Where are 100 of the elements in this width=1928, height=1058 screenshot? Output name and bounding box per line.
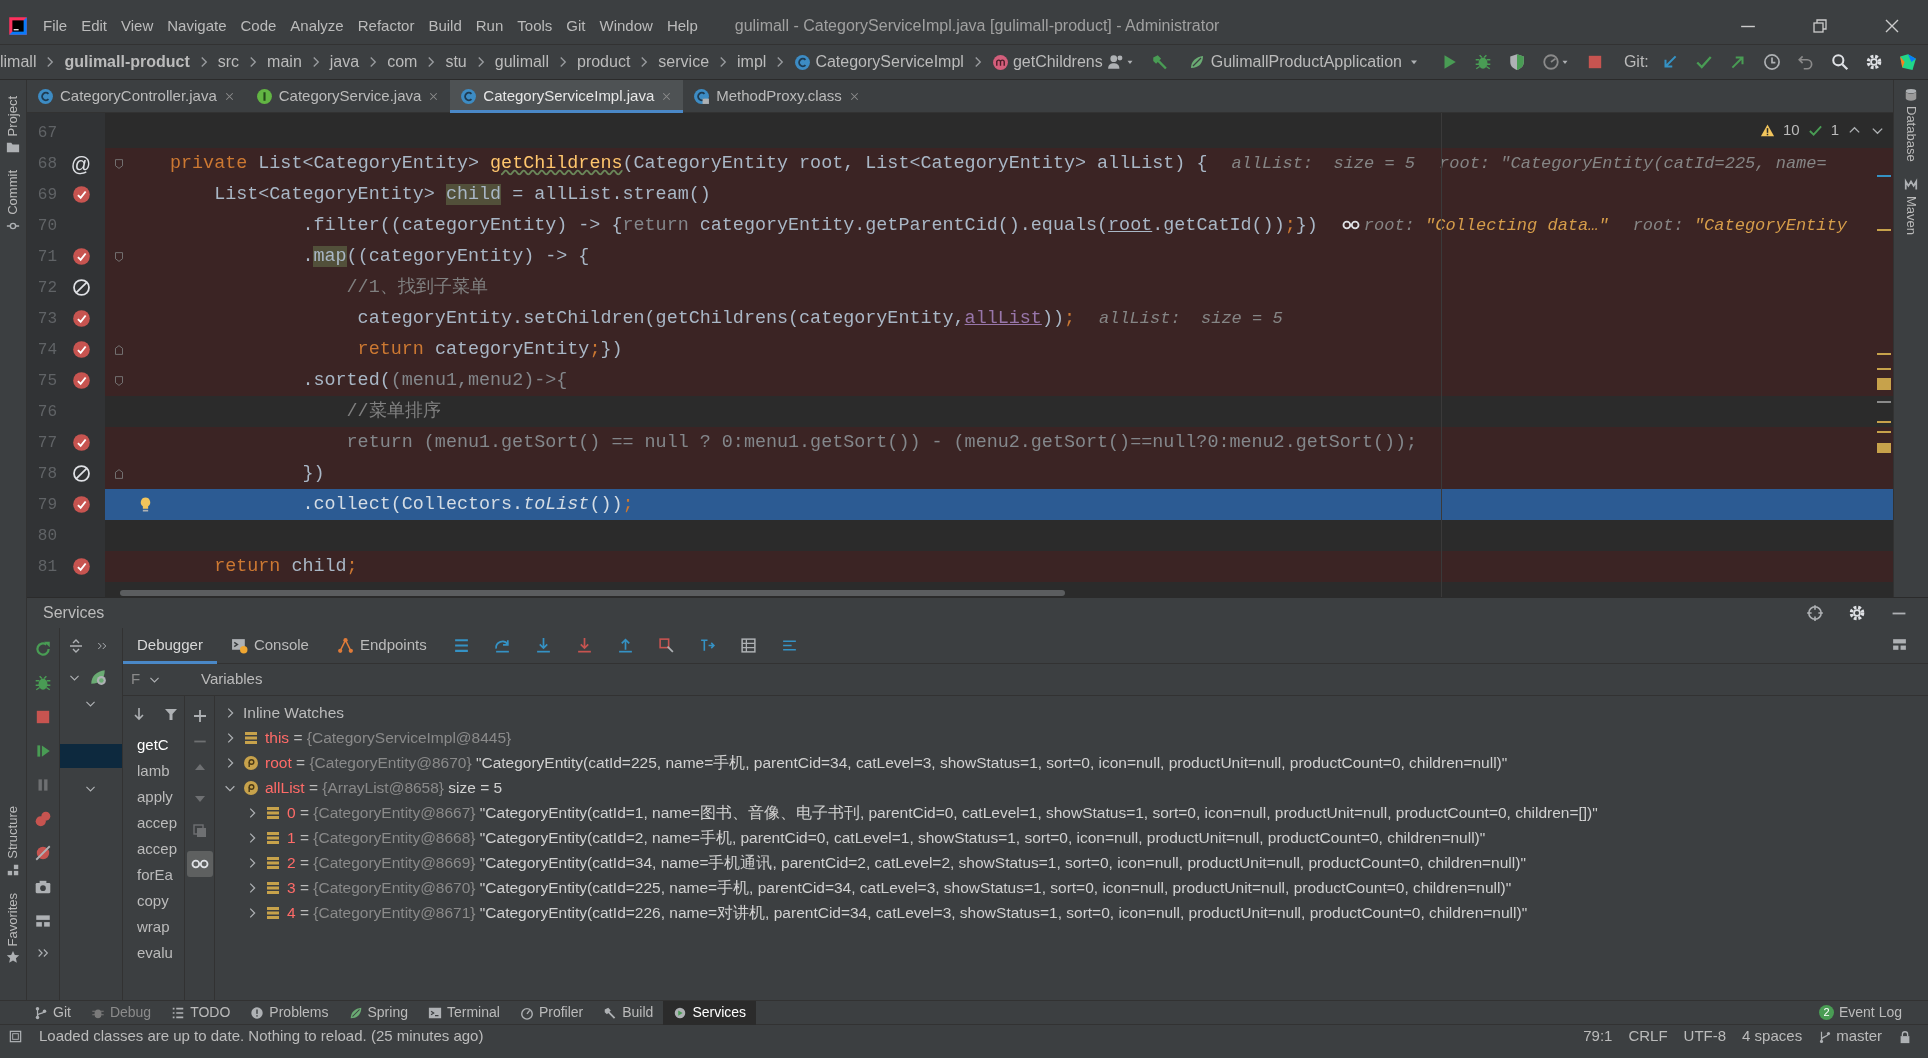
stack-frame[interactable]: apply <box>123 784 184 810</box>
tool-window-tab[interactable]: Build <box>593 1000 664 1025</box>
horizontal-scrollbar[interactable] <box>120 590 1065 596</box>
tool-window-button[interactable]: Commit <box>5 162 21 242</box>
fold-marker-icon[interactable] <box>112 249 126 264</box>
tool-window-button[interactable]: Structure <box>5 797 21 885</box>
code-editor[interactable] <box>105 113 1893 597</box>
warning-count[interactable]: 10 <box>1782 119 1800 142</box>
menu-item[interactable]: Run <box>468 13 511 39</box>
show-watches-button[interactable] <box>186 851 213 877</box>
breadcrumb[interactable]: impl <box>737 53 767 71</box>
menu-item[interactable]: Tools <box>510 13 560 39</box>
menu-item[interactable]: Code <box>233 13 284 39</box>
breakpoint-icon[interactable] <box>71 433 91 452</box>
file-encoding[interactable]: UTF-8 <box>1683 1028 1727 1045</box>
menu-item[interactable]: Window <box>592 13 660 39</box>
breadcrumb[interactable]: service <box>658 53 710 71</box>
gutter-symbol[interactable]: @ <box>70 153 92 174</box>
editor-tab[interactable]: CategoryController.java <box>27 80 246 113</box>
menu-item[interactable]: File <box>36 13 75 39</box>
indent-setting[interactable]: 4 spaces <box>1742 1028 1803 1045</box>
stack-frame[interactable]: accep <box>123 836 184 862</box>
menu-item[interactable]: View <box>114 13 161 39</box>
menu-item[interactable]: Build <box>421 13 469 39</box>
variable-entry[interactable]: this = {CategoryServiceImpl@8445} <box>265 725 512 750</box>
breadcrumb[interactable]: CategoryServiceImpl <box>794 53 964 71</box>
variable-entry[interactable]: 1 = {CategoryEntity@8668} "CategoryEntity(catId=2, name=手机, parentCid=0, catLevel=1, showStatus=1, sort=0, icon=null, productUnit=null, productCount=0, children=null)" <box>287 825 1486 850</box>
breakpoint-icon[interactable] <box>71 247 91 266</box>
breakpoint-icon[interactable] <box>71 371 91 390</box>
tool-window-tab[interactable]: Git <box>24 1000 81 1025</box>
warning-icon <box>1759 122 1775 138</box>
info-icon <box>250 1005 265 1020</box>
breadcrumb[interactable]: gulimall-product <box>64 53 190 71</box>
variable-entry[interactable]: 4 = {CategoryEntity@8671} "CategoryEntity(catId=226, name=对讲机, parentCid=34, catLevel=3, showStatus=1, sort=0, icon=null, productUnit=null, productCount=0, children=null)" <box>287 900 1528 925</box>
fold-marker-icon[interactable] <box>112 466 126 481</box>
menu-item[interactable]: Refactor <box>350 13 422 39</box>
git-branch[interactable]: master <box>1818 1028 1882 1045</box>
menu-item[interactable]: Analyze <box>283 13 351 39</box>
tool-window-tab[interactable]: Problems <box>240 1000 339 1025</box>
tool-window-tab[interactable]: Terminal <box>417 1000 510 1025</box>
tool-window-tab[interactable]: Spring <box>338 1000 418 1025</box>
variable-entry[interactable]: root = {CategoryEntity@8670} "CategoryEntity(catId=225, name=手机, parentCid=34, catLevel=3, showStatus=1, sort=0, icon=null, productUnit=null, productCount=0, children=null)" <box>265 750 1508 775</box>
lock-icon[interactable] <box>1898 1029 1912 1044</box>
branch-icon <box>34 1005 48 1020</box>
ok-count[interactable]: 1 <box>1830 119 1839 142</box>
editor-tab[interactable]: CategoryService.java <box>245 80 451 113</box>
editor-tab[interactable]: MethodProxy.class <box>683 80 871 113</box>
breadcrumb[interactable]: com <box>387 53 418 71</box>
stack-frame[interactable]: forEa <box>123 862 184 888</box>
breakpoint-icon[interactable] <box>71 340 91 359</box>
breadcrumb[interactable]: product <box>577 53 631 71</box>
breadcrumb[interactable]: java <box>329 53 360 71</box>
variable-entry[interactable]: allList = {ArrayList@8658} size = 5 <box>265 775 503 800</box>
fold-marker-icon[interactable] <box>112 373 126 388</box>
event-log-button[interactable]: 2 Event Log <box>1808 1000 1912 1025</box>
panel-tab[interactable]: Endpoints <box>322 627 441 664</box>
tool-window-button[interactable]: Project <box>5 88 21 163</box>
stack-frame[interactable]: getC <box>123 732 184 758</box>
filter-icon <box>163 706 179 722</box>
editor-tab[interactable]: CategoryServiceImpl.java <box>450 80 684 113</box>
menu-item[interactable]: Navigate <box>160 13 234 39</box>
caret-position[interactable]: 79:1 <box>1583 1028 1613 1045</box>
stack-frame[interactable]: copy <box>123 888 184 914</box>
breadcrumb[interactable]: stu <box>445 53 467 71</box>
menu-item[interactable]: Git <box>559 13 593 39</box>
stack-frame[interactable]: accep <box>123 810 184 836</box>
breadcrumb[interactable]: src <box>217 53 240 71</box>
endpoints-icon <box>336 637 354 654</box>
variable-entry[interactable]: Inline Watches <box>243 700 345 725</box>
tool-window-button[interactable]: Maven <box>1903 177 1919 235</box>
breadcrumb[interactable]: limall <box>0 53 37 71</box>
breadcrumb[interactable]: getChildrens <box>991 53 1103 71</box>
breakpoint-icon[interactable] <box>71 557 91 576</box>
panel-tab[interactable]: Console <box>216 627 323 664</box>
breakpoint-icon[interactable] <box>71 185 91 204</box>
stack-frame[interactable]: wrap <box>123 914 184 940</box>
breadcrumb[interactable]: main <box>267 53 302 71</box>
tool-window-button[interactable]: Favorites <box>5 884 21 972</box>
line-separator[interactable]: CRLF <box>1628 1028 1668 1045</box>
tool-window-tab[interactable]: Services <box>663 1000 757 1025</box>
breadcrumb[interactable]: gulimall <box>494 53 549 71</box>
fold-marker-icon[interactable] <box>112 156 126 171</box>
panel-toggle-icon[interactable] <box>8 1029 23 1044</box>
stack-frame[interactable]: lamb <box>123 758 184 784</box>
variable-entry[interactable]: 2 = {CategoryEntity@8669} "CategoryEntity(catId=34, name=手机通讯, parentCid=2, catLevel=2, showStatus=1, sort=0, icon=null, productUnit=null, productCount=0, children=null)" <box>287 850 1526 875</box>
breakpoint-icon[interactable] <box>71 309 91 328</box>
variable-entry[interactable]: 0 = {CategoryEntity@8667} "CategoryEntity(catId=1, name=图书、音像、电子书刊, parentCid=0, catLevel=1, showStatus=1, sort=0, icon=null, productUnit=null, productCount=0, children=[])" <box>287 800 1598 825</box>
fold-marker-icon[interactable] <box>112 342 126 357</box>
menu-item[interactable]: Help <box>659 13 705 39</box>
panel-tab[interactable]: Debugger <box>123 627 217 664</box>
run-config-dropdown[interactable]: GulimallProductApplication <box>1180 50 1428 74</box>
breakpoint-icon[interactable] <box>71 495 91 514</box>
tool-window-tab[interactable]: Profiler <box>509 1000 594 1025</box>
frames-dropdown[interactable]: F <box>123 671 185 688</box>
tool-window-tab[interactable]: TODO <box>161 1000 241 1025</box>
menu-item[interactable]: Edit <box>74 13 115 39</box>
variable-entry[interactable]: 3 = {CategoryEntity@8670} "CategoryEntity(catId=225, name=手机, parentCid=34, catLevel=3, showStatus=1, sort=0, icon=null, productUnit=null, productCount=0, children=null)" <box>287 875 1512 900</box>
inline-value-hint: root: "CategoryEntity(catId=225, name= <box>1439 152 1827 175</box>
tool-window-button[interactable]: Database <box>1903 88 1919 162</box>
stack-frame[interactable]: evalu <box>123 940 184 966</box>
